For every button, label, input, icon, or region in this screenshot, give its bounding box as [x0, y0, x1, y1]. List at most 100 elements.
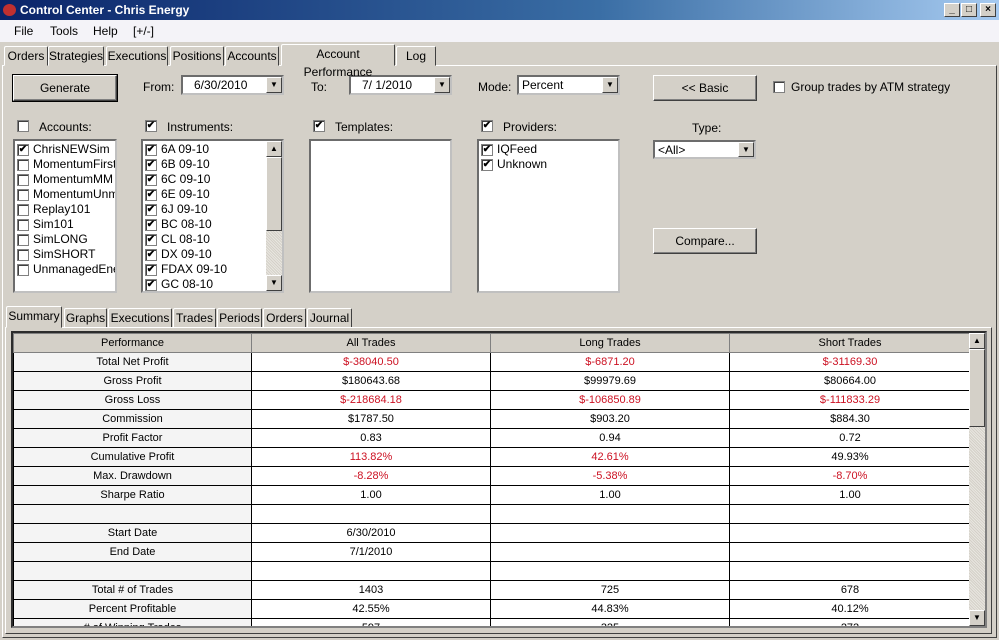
dropdown-arrow-icon[interactable]: ▼: [602, 77, 618, 93]
item-checkbox[interactable]: ✔: [145, 248, 157, 261]
basic-button[interactable]: << Basic: [653, 75, 757, 101]
list-item[interactable]: ✔ CL 08-10: [143, 232, 282, 247]
cell-value: [251, 504, 491, 524]
tab-accounts[interactable]: Accounts: [225, 46, 279, 66]
subtab-journal[interactable]: Journal: [307, 308, 352, 328]
generate-button[interactable]: Generate: [12, 74, 118, 102]
item-checkbox[interactable]: ✔: [17, 143, 29, 156]
dropdown-arrow-icon[interactable]: ▼: [434, 77, 450, 93]
list-item[interactable]: ✔ 6J 09-10: [143, 202, 282, 217]
item-checkbox[interactable]: ✔: [481, 143, 493, 156]
item-checkbox[interactable]: ✔: [145, 188, 157, 201]
templates-list[interactable]: [309, 139, 452, 293]
accounts-all-checkbox[interactable]: [17, 120, 29, 132]
compare-button[interactable]: Compare...: [653, 228, 757, 254]
cell-value: -8.70%: [729, 466, 971, 486]
item-checkbox[interactable]: ✔: [145, 233, 157, 246]
menu-expand[interactable]: [+/-]: [133, 24, 154, 38]
column-header[interactable]: Long Trades: [490, 333, 730, 353]
list-item[interactable]: ✔ FDAX 09-10: [143, 262, 282, 277]
mode-select[interactable]: Percent ▼: [517, 75, 620, 95]
scroll-down-icon[interactable]: ▼: [969, 610, 985, 626]
tab-positions[interactable]: Positions: [170, 46, 224, 66]
item-checkbox[interactable]: [17, 233, 29, 246]
list-item[interactable]: ✔ 6B 09-10: [143, 157, 282, 172]
item-checkbox[interactable]: ✔: [145, 218, 157, 231]
tab-account-performance[interactable]: Account Performance: [281, 44, 395, 79]
instruments-scrollbar[interactable]: ▲ ▼: [266, 141, 282, 291]
item-checkbox[interactable]: [17, 158, 29, 171]
item-checkbox[interactable]: ✔: [145, 173, 157, 186]
tab-orders[interactable]: Orders: [4, 46, 48, 66]
item-label: UnmanagedEnergy: [33, 262, 115, 276]
item-checkbox[interactable]: [17, 263, 29, 276]
subtab-executions[interactable]: Executions: [108, 308, 172, 328]
grid-scrollbar[interactable]: ▲ ▼: [969, 333, 985, 626]
scroll-up-icon[interactable]: ▲: [266, 141, 282, 157]
accounts-list[interactable]: ✔ ChrisNEWSim MomentumFirst MomentumMM Momen…: [13, 139, 117, 293]
item-checkbox[interactable]: [17, 248, 29, 261]
subtab-summary[interactable]: Summary: [6, 306, 62, 328]
instruments-all-checkbox[interactable]: ✔: [145, 120, 157, 132]
close-button[interactable]: ×: [980, 3, 996, 17]
tab-log[interactable]: Log: [396, 46, 436, 66]
item-checkbox[interactable]: ✔: [145, 143, 157, 156]
list-item[interactable]: ✔ 6C 09-10: [143, 172, 282, 187]
providers-all-checkbox[interactable]: ✔: [481, 120, 493, 132]
menu-tools[interactable]: Tools: [50, 24, 78, 38]
item-checkbox[interactable]: ✔: [481, 158, 493, 171]
item-checkbox[interactable]: ✔: [145, 158, 157, 171]
column-header[interactable]: Performance: [13, 333, 252, 353]
item-checkbox[interactable]: ✔: [145, 203, 157, 216]
list-item[interactable]: ✔ IQFeed: [479, 142, 618, 157]
tab-executions[interactable]: Executions: [106, 46, 168, 66]
menu-file[interactable]: File: [14, 24, 33, 38]
list-item[interactable]: MomentumUnmanaged: [15, 187, 115, 202]
item-checkbox[interactable]: [17, 218, 29, 231]
tab-strategies[interactable]: Strategies: [48, 46, 104, 66]
list-item[interactable]: UnmanagedEnergy: [15, 262, 115, 277]
type-select[interactable]: <All> ▼: [653, 140, 756, 159]
column-header[interactable]: Short Trades: [729, 333, 971, 353]
list-item[interactable]: Sim101: [15, 217, 115, 232]
dropdown-arrow-icon[interactable]: ▼: [266, 77, 282, 93]
cell-value: 1403: [251, 580, 491, 600]
dropdown-arrow-icon[interactable]: ▼: [738, 142, 754, 157]
templates-all-checkbox[interactable]: ✔: [313, 120, 325, 132]
item-checkbox[interactable]: [17, 173, 29, 186]
list-item[interactable]: SimLONG: [15, 232, 115, 247]
list-item[interactable]: SimSHORT: [15, 247, 115, 262]
item-checkbox[interactable]: [17, 188, 29, 201]
group-atm-checkbox[interactable]: [773, 81, 785, 93]
list-item[interactable]: ✔ GC 08-10: [143, 277, 282, 291]
table-row: Sharpe Ratio 1.00 1.00 1.00: [13, 485, 971, 505]
list-item[interactable]: ✔ BC 08-10: [143, 217, 282, 232]
from-date-picker[interactable]: 6/30/2010 ▼: [181, 75, 284, 95]
scroll-thumb[interactable]: [266, 157, 282, 231]
scroll-thumb[interactable]: [969, 349, 985, 427]
subtab-trades[interactable]: Trades: [173, 308, 216, 328]
instruments-list[interactable]: ✔ 6A 09-10 ✔ 6B 09-10 ✔ 6C 09-10 ✔ 6E 09-10 ✔ 6J …: [141, 139, 284, 293]
menu-help[interactable]: Help: [93, 24, 118, 38]
list-item[interactable]: ✔ ChrisNEWSim: [15, 142, 115, 157]
list-item[interactable]: ✔ 6E 09-10: [143, 187, 282, 202]
list-item[interactable]: MomentumFirst: [15, 157, 115, 172]
item-checkbox[interactable]: ✔: [145, 263, 157, 276]
scroll-down-icon[interactable]: ▼: [266, 275, 282, 291]
subtab-graphs[interactable]: Graphs: [64, 308, 107, 328]
minimize-button[interactable]: _: [944, 3, 960, 17]
list-item[interactable]: Replay101: [15, 202, 115, 217]
list-item[interactable]: MomentumMM: [15, 172, 115, 187]
list-item[interactable]: ✔ DX 09-10: [143, 247, 282, 262]
list-item[interactable]: ✔ 6A 09-10: [143, 142, 282, 157]
item-checkbox[interactable]: [17, 203, 29, 216]
subtab-orders[interactable]: Orders: [263, 308, 306, 328]
list-item[interactable]: ✔ Unknown: [479, 157, 618, 172]
maximize-button[interactable]: □: [961, 3, 977, 17]
scroll-up-icon[interactable]: ▲: [969, 333, 985, 349]
column-header[interactable]: All Trades: [251, 333, 491, 353]
providers-list[interactable]: ✔ IQFeed ✔ Unknown: [477, 139, 620, 293]
subtab-periods[interactable]: Periods: [217, 308, 262, 328]
item-checkbox[interactable]: ✔: [145, 278, 157, 291]
cell-value: -5.38%: [490, 466, 730, 486]
